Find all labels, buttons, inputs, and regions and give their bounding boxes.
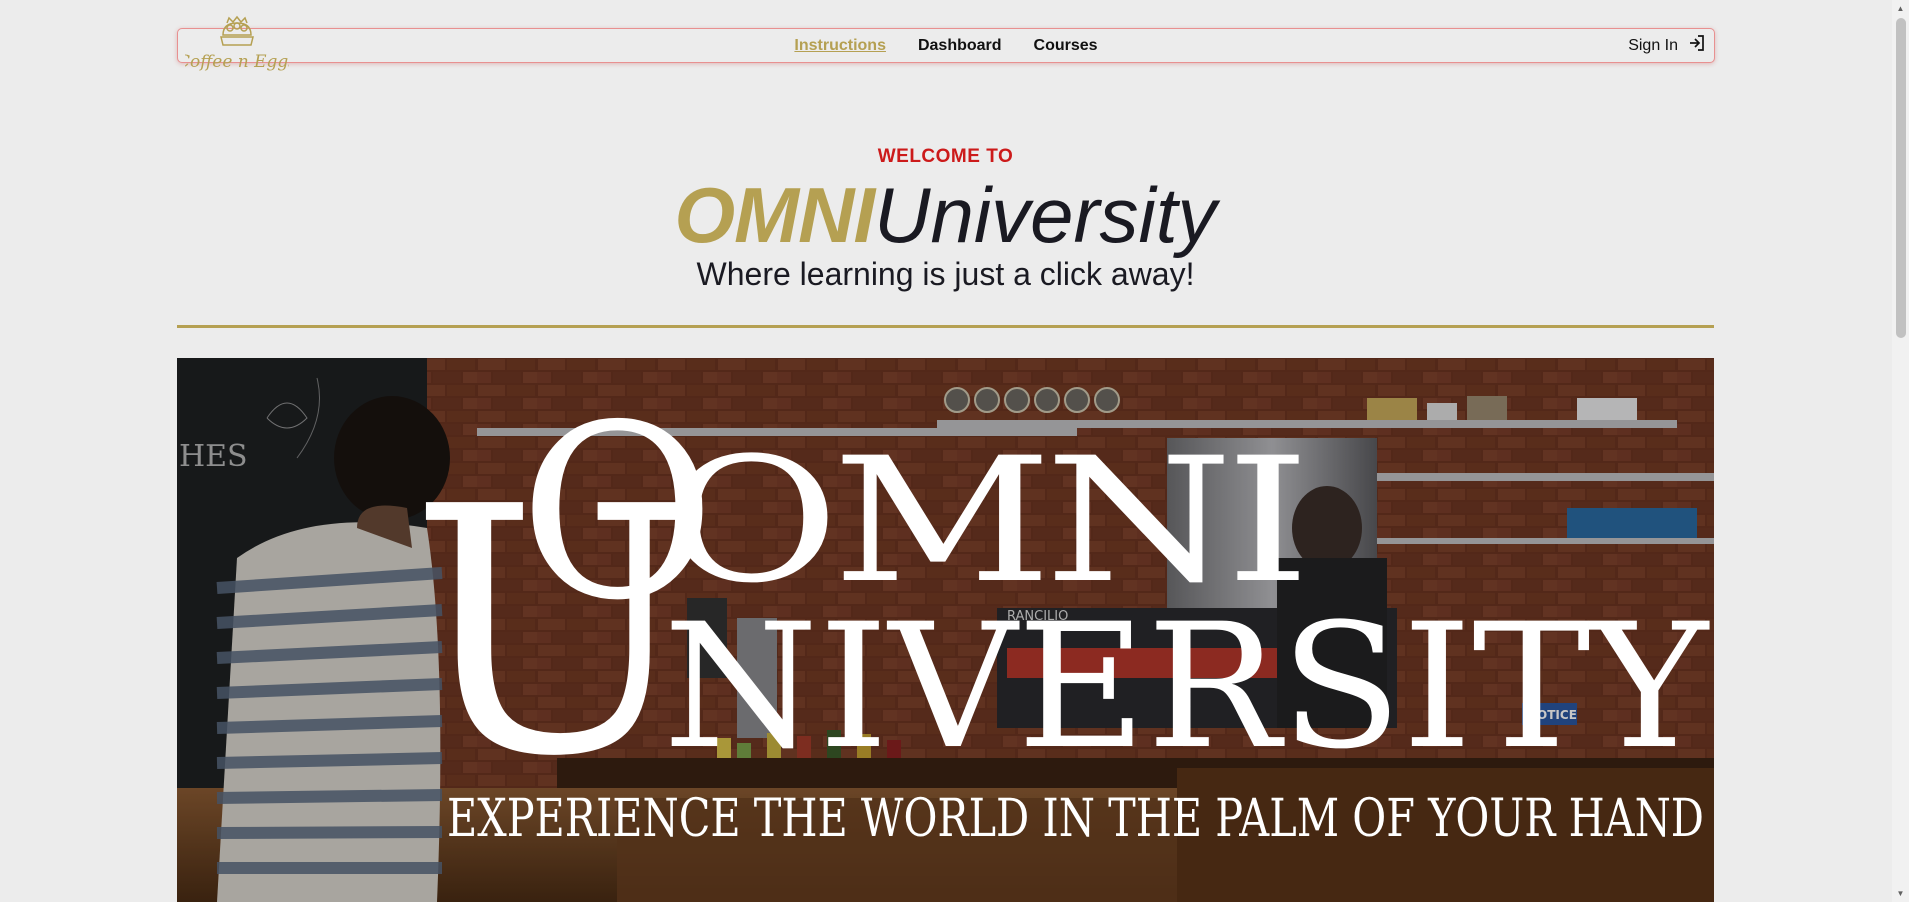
sign-in-button[interactable]: Sign In	[1628, 29, 1706, 62]
scroll-up-arrow-icon[interactable]: ▲	[1892, 0, 1909, 17]
gold-divider	[177, 325, 1714, 328]
hero-banner-image: HES RANCILIO NOTICE U O OMNI NIVERSITY E…	[177, 358, 1714, 902]
sign-in-label: Sign In	[1628, 36, 1678, 54]
sign-in-icon	[1688, 34, 1706, 57]
nav-link-dashboard[interactable]: Dashboard	[918, 37, 1002, 55]
logotype-slogan: EXPERIENCE THE WORLD IN THE PALM OF YOUR…	[447, 789, 1704, 849]
scroll-down-arrow-icon[interactable]: ▼	[1892, 885, 1909, 902]
logotype-university: NIVERSITY	[663, 586, 1711, 787]
welcome-heading: WELCOME TO	[877, 146, 1014, 167]
nav-link-instructions[interactable]: Instructions	[794, 37, 886, 55]
page-scrollbar[interactable]: ▲ ▼	[1892, 0, 1909, 902]
scroll-thumb[interactable]	[1896, 18, 1906, 338]
navbar: Coffee n Eggs Instructions Dashboard Cou…	[177, 15, 1715, 72]
brand-omni: OMNI	[674, 171, 875, 259]
tagline: Where learning is just a click away!	[696, 256, 1195, 292]
brand-university: University	[874, 171, 1217, 259]
brand-title: OMNIUniversity	[0, 170, 1891, 260]
nav-link-courses[interactable]: Courses	[1034, 37, 1098, 55]
main-nav: Instructions Dashboard Courses	[178, 29, 1714, 62]
